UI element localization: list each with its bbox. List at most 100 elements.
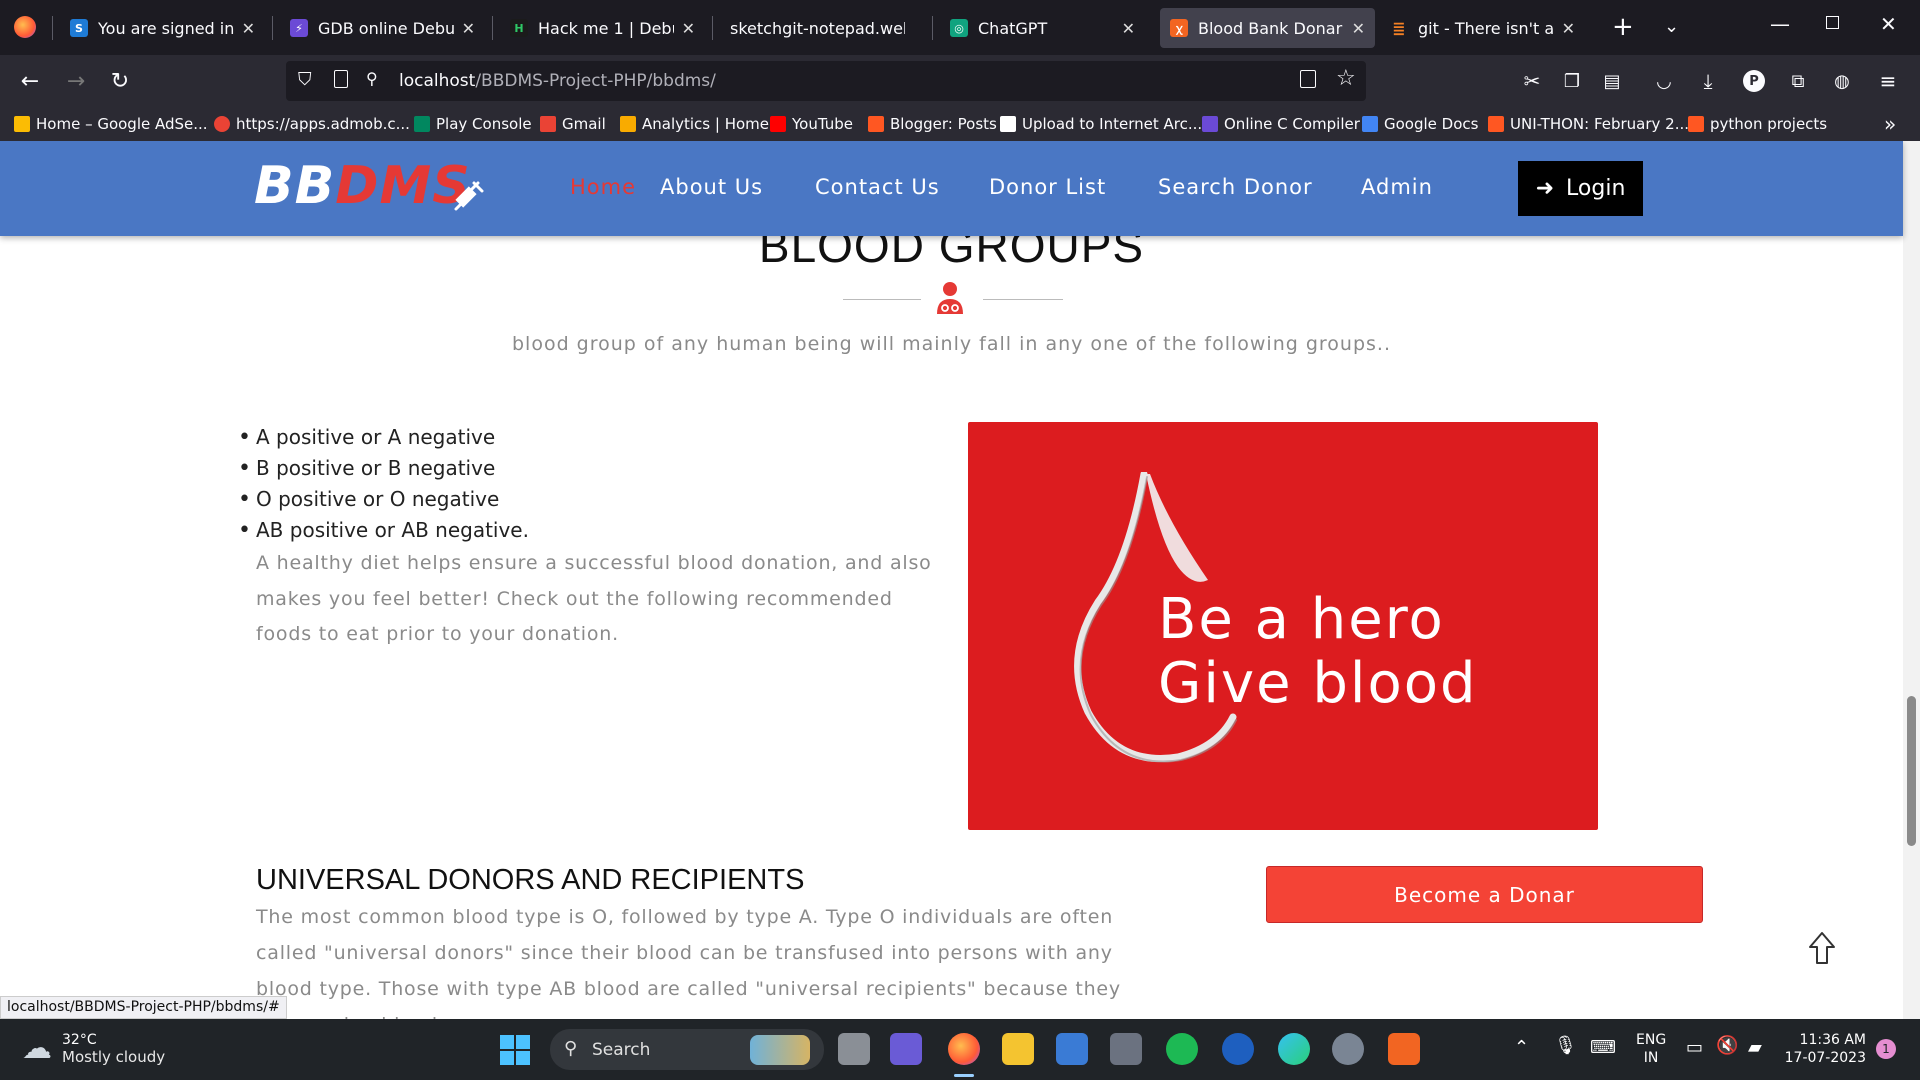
extensions-icon[interactable]: ⧉ — [1782, 65, 1814, 97]
page-scrollbar[interactable] — [1903, 141, 1920, 1019]
clipboard-icon[interactable]: ▤ — [1596, 65, 1628, 97]
scissors-icon[interactable]: ✂ — [1516, 65, 1548, 97]
forward-icon[interactable]: → — [60, 65, 92, 97]
tab-title: You are signed in as 2( — [98, 18, 234, 38]
chevron-down-icon[interactable]: ⌄ — [1664, 16, 1679, 37]
tab-sketchgit[interactable]: sketchgit-notepad.web.app — [720, 8, 915, 48]
microphone-icon[interactable]: 🎙 — [1554, 1035, 1577, 1056]
bookmark-internet-archive[interactable]: Upload to Internet Arc... — [1000, 113, 1202, 135]
restore-icon[interactable] — [1826, 16, 1839, 29]
word-icon[interactable] — [1222, 1033, 1254, 1065]
copy-icon[interactable]: ❐ — [1556, 65, 1588, 97]
bookmark-python-projects[interactable]: python projects — [1688, 113, 1827, 135]
become-donar-button[interactable]: Become a Donar — [1266, 866, 1703, 923]
firefox-icon[interactable] — [14, 16, 36, 38]
bookmark-label: Google Docs — [1384, 115, 1479, 133]
reader-view-icon[interactable] — [1300, 70, 1316, 88]
page-icon[interactable] — [334, 70, 348, 88]
back-icon[interactable]: ← — [14, 65, 46, 97]
camera-icon[interactable] — [1110, 1033, 1142, 1065]
bookmark-online-c[interactable]: Online C Compiler — [1202, 113, 1360, 135]
speaker-muted-icon[interactable]: 🔇 — [1716, 1035, 1738, 1056]
chevron-up-icon[interactable]: ⌃ — [1514, 1037, 1529, 1058]
more-bookmarks-icon[interactable]: » — [1884, 112, 1896, 136]
close-window-icon[interactable]: ✕ — [1880, 12, 1897, 36]
admob-icon — [214, 116, 230, 132]
taskbar-search[interactable]: ⚲ Search — [550, 1029, 824, 1070]
bookmark-youtube[interactable]: YouTube — [770, 113, 853, 135]
menu-icon[interactable]: ≡ — [1872, 65, 1904, 97]
download-icon[interactable]: ⤓ — [1692, 65, 1724, 97]
nav-donor-list[interactable]: Donor List — [989, 175, 1106, 199]
windows-start-icon[interactable] — [500, 1035, 530, 1065]
tab-title: sketchgit-notepad.web.app — [730, 18, 905, 38]
notification-badge[interactable]: 1 — [1876, 1039, 1896, 1059]
language-indicator[interactable]: ENG IN — [1636, 1031, 1666, 1067]
file-explorer-icon[interactable] — [1002, 1033, 1034, 1065]
permissions-icon[interactable]: ⚲ — [366, 69, 378, 88]
login-button[interactable]: ➜ Login — [1518, 161, 1643, 216]
edge-icon[interactable] — [1278, 1033, 1310, 1065]
reload-icon[interactable]: ↻ — [104, 65, 136, 97]
settings-icon[interactable] — [1332, 1033, 1364, 1065]
xampp-taskbar-icon[interactable] — [1388, 1033, 1420, 1065]
network-icon[interactable]: ▭ — [1686, 1037, 1703, 1058]
weather-widget[interactable]: ☁ 32°C Mostly cloudy — [22, 1031, 165, 1066]
nav-search-donor[interactable]: Search Donor — [1158, 175, 1313, 199]
clock-date: 17-07-2023 — [1784, 1050, 1866, 1066]
nav-admin[interactable]: Admin — [1361, 175, 1433, 199]
shield-icon[interactable]: ⛉ — [298, 69, 312, 90]
new-tab-icon[interactable]: + — [1612, 12, 1634, 42]
close-tab-icon[interactable]: ✕ — [1562, 19, 1575, 38]
close-tab-icon[interactable]: ✕ — [242, 19, 255, 38]
hackerearth-icon: H — [510, 19, 528, 37]
tab-git[interactable]: ≣ git - There isn't anythin ✕ — [1380, 8, 1585, 48]
bookmark-admob[interactable]: https://apps.admob.c... — [214, 113, 410, 135]
close-tab-icon[interactable]: ✕ — [462, 19, 475, 38]
tab-hackme[interactable]: H Hack me 1 | Debug Ki ✕ — [500, 8, 705, 48]
spotify-icon[interactable] — [1166, 1033, 1198, 1065]
close-tab-icon[interactable]: ✕ — [1122, 19, 1135, 38]
list-item: A positive or A negative — [238, 422, 529, 453]
bookmark-star-icon[interactable]: ☆ — [1336, 66, 1356, 91]
cloud-icon: ☁ — [22, 1031, 52, 1066]
bookmark-play-console[interactable]: Play Console — [414, 113, 532, 135]
bookmark-analytics[interactable]: Analytics | Home — [620, 113, 769, 135]
meet-icon[interactable] — [890, 1033, 922, 1065]
bookmark-blogger[interactable]: Blogger: Posts — [868, 113, 997, 135]
browser-nav-bar: ← → ↻ ⛉ ⚲ localhost/BBDMS-Project-PHP/bb… — [0, 55, 1920, 107]
pocket-icon[interactable]: ◡ — [1648, 65, 1680, 97]
nav-contact-us[interactable]: Contact Us — [815, 175, 940, 199]
bookmark-unithon[interactable]: UNI-THON: February 2... — [1488, 113, 1689, 135]
bookmark-gmail[interactable]: Gmail — [540, 113, 606, 135]
tab-chatgpt[interactable]: ◎ ChatGPT ✕ — [940, 8, 1145, 48]
site-logo[interactable]: BBDMS — [254, 156, 471, 216]
url-text[interactable]: localhost/BBDMS-Project-PHP/bbdms/ — [399, 71, 716, 91]
chatgpt-icon: ◎ — [950, 19, 968, 37]
blogger-icon — [1488, 116, 1504, 132]
bookmark-google-docs[interactable]: Google Docs — [1362, 113, 1478, 135]
keyboard-icon[interactable]: ⌨ — [1590, 1037, 1616, 1058]
tab-gdb[interactable]: ⚡ GDB online Debugger ✕ — [280, 8, 485, 48]
photos-icon[interactable] — [1056, 1033, 1088, 1065]
firefox-taskbar-icon[interactable] — [948, 1033, 980, 1065]
nav-home[interactable]: Home — [570, 175, 636, 199]
bookmark-adsense[interactable]: Home – Google AdSe... — [14, 113, 208, 135]
bookmark-label: Home – Google AdSe... — [36, 115, 208, 133]
close-tab-icon[interactable]: ✕ — [1352, 19, 1365, 38]
scroll-top-icon[interactable] — [1808, 931, 1836, 967]
sign-in-icon: ➜ — [1535, 176, 1555, 201]
battery-icon[interactable]: ▰ — [1748, 1037, 1762, 1058]
divider-right — [983, 299, 1063, 300]
clock[interactable]: 11:36 AM 17-07-2023 — [1782, 1031, 1866, 1067]
mouse-icon[interactable]: ◍ — [1826, 65, 1858, 97]
tab-signed-in[interactable]: S You are signed in as 2( ✕ — [60, 8, 265, 48]
profile-icon[interactable]: P — [1738, 65, 1770, 97]
minimize-icon[interactable]: — — [1770, 12, 1790, 36]
task-view-icon[interactable] — [838, 1033, 870, 1065]
tab-blood-bank[interactable]: ꭓ Blood Bank Donar Ma ✕ — [1160, 8, 1375, 48]
scrollbar-thumb[interactable] — [1907, 696, 1916, 846]
nav-about-us[interactable]: About Us — [660, 175, 763, 199]
close-tab-icon[interactable]: ✕ — [682, 19, 695, 38]
url-bar[interactable]: ⛉ ⚲ localhost/BBDMS-Project-PHP/bbdms/ ☆ — [286, 61, 1366, 101]
